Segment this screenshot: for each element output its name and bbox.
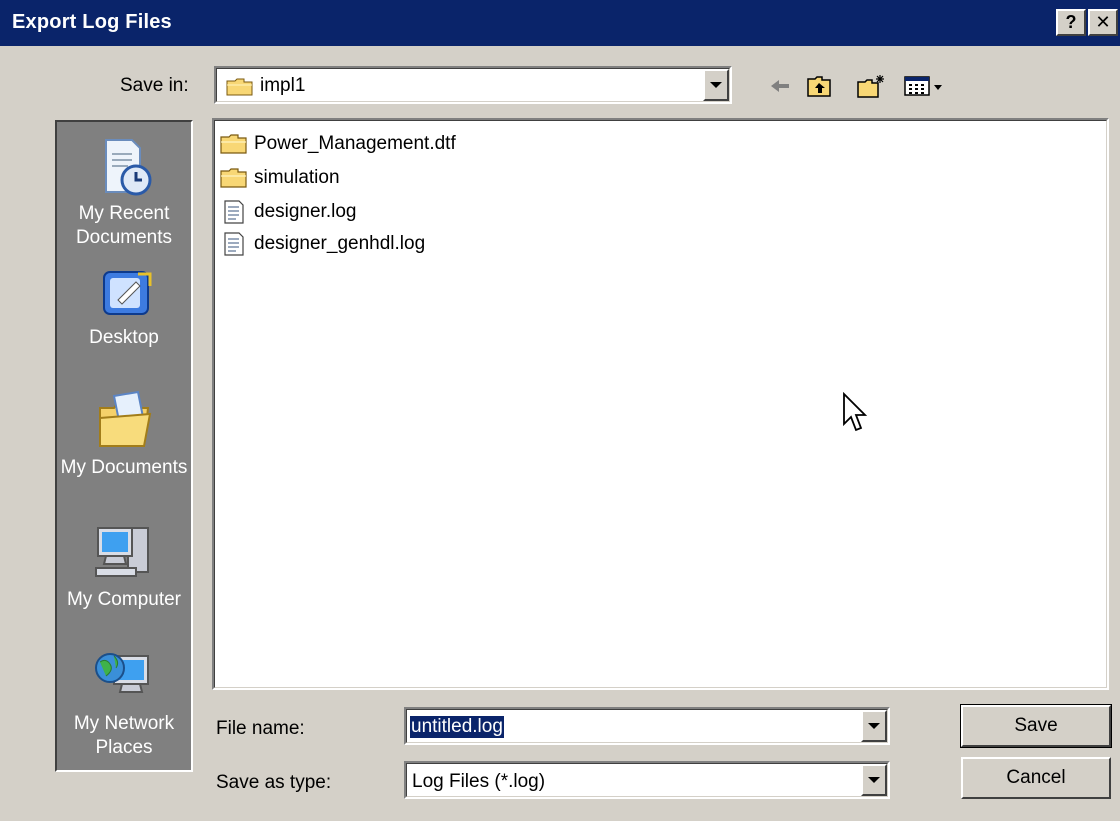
place-label: My Documents (60, 457, 188, 478)
save-as-type-dropdown-arrow[interactable] (861, 764, 887, 796)
save-in-value: impl1 (260, 75, 306, 96)
file-name: Power_Management.dtf (254, 133, 456, 154)
place-label: My Computer (66, 589, 182, 610)
list-item[interactable]: simulation (220, 164, 340, 192)
folder-icon (220, 168, 247, 188)
place-my-documents[interactable]: My Documents (57, 388, 191, 480)
place-label-line2: Places (95, 737, 153, 758)
folder-icon (226, 77, 254, 103)
export-log-files-dialog: Export Log Files ? ✕ Save in: impl1 My R… (0, 0, 1120, 821)
save-in-dropdown[interactable]: impl1 (214, 66, 732, 104)
place-label-line2: Documents (75, 227, 173, 248)
save-button[interactable]: Save (960, 704, 1112, 748)
text-document-icon (224, 232, 244, 256)
save-as-type-dropdown[interactable]: Log Files (*.log) (404, 761, 890, 799)
dialog-title: Export Log Files (12, 11, 172, 33)
list-item[interactable]: designer_genhdl.log (220, 230, 425, 258)
place-my-computer[interactable]: My Computer (57, 522, 191, 612)
save-in-label: Save in: (120, 75, 189, 96)
place-my-recent-documents[interactable]: My Recent Documents (57, 136, 191, 250)
my-documents-icon (99, 390, 152, 447)
view-menu-icon[interactable] (903, 73, 949, 99)
file-list[interactable]: Power_Management.dtf simulation designer… (212, 118, 1109, 690)
file-name-value[interactable]: untitled.log (410, 716, 504, 738)
file-name: designer.log (254, 201, 357, 222)
file-name-dropdown-arrow[interactable] (861, 710, 887, 742)
save-in-dropdown-arrow[interactable] (703, 69, 729, 101)
text-document-icon (224, 200, 244, 224)
file-name-label: File name: (216, 718, 305, 739)
place-label: My Recent (78, 203, 170, 224)
my-computer-icon (95, 527, 149, 577)
list-item[interactable]: Power_Management.dtf (220, 130, 456, 158)
file-name: simulation (254, 167, 340, 188)
places-bar: My Recent Documents Desktop My Documents (55, 120, 193, 772)
file-name-field[interactable]: untitled.log (404, 707, 890, 745)
back-arrow-icon[interactable] (767, 73, 793, 99)
place-label: Desktop (89, 327, 159, 348)
place-label: My Network (73, 713, 175, 734)
up-folder-icon[interactable] (806, 73, 832, 99)
place-desktop[interactable]: Desktop (57, 268, 191, 350)
mouse-pointer-icon (842, 391, 868, 440)
place-my-network-places[interactable]: My Network Places (57, 646, 191, 760)
desktop-icon (103, 271, 152, 315)
help-button[interactable]: ? (1056, 9, 1086, 36)
network-places-icon (95, 653, 149, 693)
save-as-type-value: Log Files (*.log) (412, 771, 546, 792)
file-name: designer_genhdl.log (254, 233, 426, 254)
title-bar[interactable]: Export Log Files ? ✕ (0, 0, 1120, 46)
cancel-button[interactable]: Cancel (961, 757, 1111, 799)
close-button[interactable]: ✕ (1088, 9, 1118, 36)
save-as-type-label: Save as type: (216, 772, 332, 793)
recent-documents-icon (105, 139, 152, 196)
list-item[interactable]: designer.log (220, 198, 356, 226)
new-folder-icon[interactable] (856, 73, 884, 99)
folder-icon (220, 134, 247, 154)
